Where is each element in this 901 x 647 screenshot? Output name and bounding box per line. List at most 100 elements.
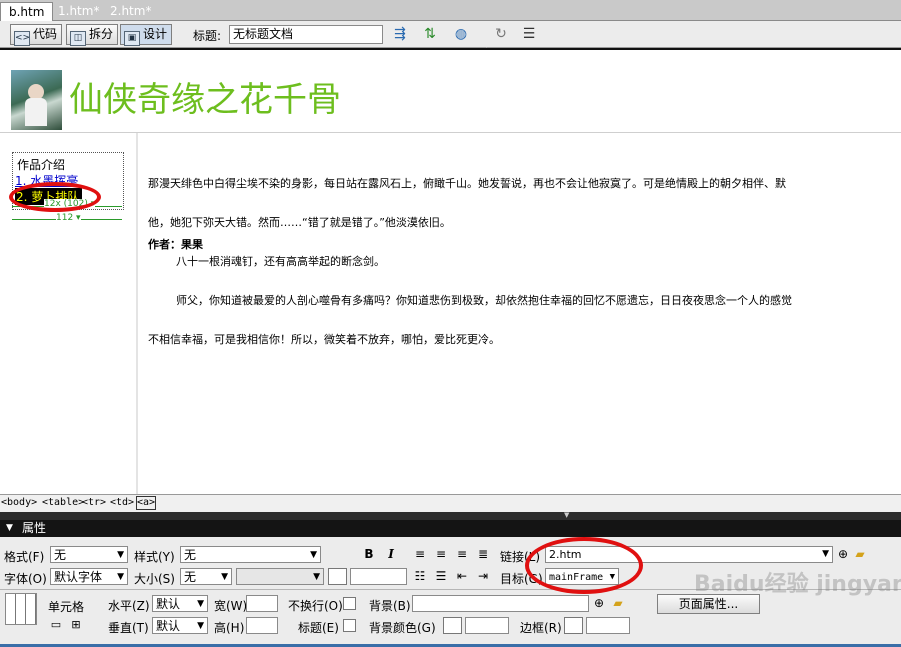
cell-label: 单元格 bbox=[48, 600, 85, 614]
split-cell-icon[interactable]: ⊞ bbox=[68, 617, 84, 633]
code-view-icon: <> bbox=[14, 31, 30, 46]
code-view-label: 代码 bbox=[33, 27, 58, 41]
bgcolor-input[interactable] bbox=[465, 617, 509, 634]
horizontal-select[interactable]: 默认 ▼ bbox=[152, 595, 208, 612]
title-label: 标题: bbox=[193, 29, 222, 43]
size-unit-select[interactable]: ▼ bbox=[236, 568, 324, 585]
dropdown-arrow-icon: ▼ bbox=[197, 599, 204, 609]
bold-icon[interactable]: B bbox=[361, 546, 377, 562]
table-cell-icon bbox=[5, 593, 37, 625]
bg-browse-folder-icon[interactable]: ▰ bbox=[610, 595, 626, 611]
browse-folder-icon[interactable]: ▰ bbox=[852, 546, 868, 562]
split-view-label: 拆分 bbox=[89, 27, 114, 41]
design-view-label: 设计 bbox=[143, 27, 168, 41]
align-left-icon[interactable]: ≡ bbox=[412, 546, 428, 562]
justify-icon[interactable]: ≣ bbox=[475, 546, 491, 562]
bgcolor-swatch[interactable] bbox=[443, 617, 462, 634]
font-select[interactable]: 默认字体 ▼ bbox=[50, 568, 128, 585]
tag-body[interactable]: <body> bbox=[1, 495, 37, 511]
panel-splitter[interactable]: ▼ bbox=[0, 512, 901, 520]
ordered-list-icon[interactable]: ☰ bbox=[433, 568, 449, 584]
vertical-select[interactable]: 默认 ▼ bbox=[152, 617, 208, 634]
italic-icon[interactable]: I bbox=[383, 546, 399, 562]
baidu-watermark: Baidu经验 jingyan.baidu.com bbox=[694, 572, 901, 597]
design-view-canvas: 仙侠奇缘之花千骨 作品介绍 1. 水墨挥毫 2. 萝卜排队 12x (102) … bbox=[0, 48, 901, 496]
bgcolor-label: 背景颜色(G) bbox=[369, 621, 436, 635]
nowrap-label: 不换行(O) bbox=[288, 599, 343, 613]
body-line-2: 他，她犯下弥天大错。然而……“错了就是错了。”他淡漠依旧。 bbox=[148, 216, 451, 229]
properties-title: 属性 bbox=[22, 521, 47, 535]
split-view-button[interactable]: ◫ 拆分 bbox=[66, 24, 119, 46]
dropdown-arrow-icon: ▼ bbox=[117, 572, 124, 582]
style-label: 样式(Y) bbox=[134, 550, 175, 564]
header-cell-checkbox[interactable] bbox=[343, 619, 356, 632]
bg-point-to-file-icon[interactable]: ⊕ bbox=[591, 595, 607, 611]
style-select[interactable]: 无 ▼ bbox=[180, 546, 321, 563]
top-frame: 仙侠奇缘之花千骨 bbox=[0, 50, 901, 133]
tag-tr[interactable]: <tr> bbox=[82, 495, 106, 511]
refresh-icon[interactable]: ↻ bbox=[491, 25, 511, 43]
title-input[interactable]: 无标题文档 bbox=[229, 25, 383, 44]
body-line-3: 八十一根消魂钉，还有高高举起的断念剑。 bbox=[148, 255, 385, 268]
format-select[interactable]: 无 ▼ bbox=[50, 546, 128, 563]
properties-header[interactable]: ▼ 属性 bbox=[0, 520, 901, 537]
vertical-label: 垂直(T) bbox=[108, 621, 149, 635]
document-tab-bar: b.htm 1.htm* 2.htm* bbox=[0, 0, 901, 21]
tag-a-selected[interactable]: <a> bbox=[136, 496, 157, 510]
main-frame-text: 那漫天绯色中白得尘埃不染的身影，每日站在露风石上，俯瞰千山。她发誓说，再也不会让… bbox=[148, 151, 901, 372]
tab-1-htm[interactable]: 1.htm* bbox=[50, 2, 107, 20]
view-options-icon[interactable]: ☰ bbox=[519, 25, 539, 43]
height-label: 高(H) bbox=[214, 621, 245, 635]
nowrap-checkbox[interactable] bbox=[343, 597, 356, 610]
height-input[interactable] bbox=[246, 617, 278, 634]
preview-browser-icon[interactable]: ◍ bbox=[451, 25, 471, 43]
split-view-icon: ◫ bbox=[70, 31, 86, 46]
tab-2-htm[interactable]: 2.htm* bbox=[102, 2, 159, 20]
code-view-button[interactable]: <> 代码 bbox=[10, 24, 63, 46]
indent-icon[interactable]: ⇥ bbox=[475, 568, 491, 584]
unordered-list-icon[interactable]: ☷ bbox=[412, 568, 428, 584]
properties-panel: 格式(F) 无 ▼ 样式(Y) 无 ▼ B I ≡ ≡ ≡ ≣ 链接(L) 2.ht… bbox=[0, 537, 901, 647]
tag-selector: <body> <table> <tr> <td> <a> bbox=[0, 494, 901, 512]
photo-figure bbox=[25, 98, 47, 126]
splitter-arrow-icon: ▼ bbox=[564, 511, 570, 519]
tag-td[interactable]: <td> bbox=[110, 495, 134, 511]
header-photo bbox=[11, 70, 62, 130]
dropdown-arrow-icon: ▼ bbox=[221, 572, 228, 582]
border-color-swatch[interactable] bbox=[564, 617, 583, 634]
dropdown-arrow-icon: ▼ bbox=[117, 550, 124, 560]
border-color-input[interactable] bbox=[586, 617, 630, 634]
horizontal-value: 默认 bbox=[156, 597, 181, 611]
size-select[interactable]: 无 ▼ bbox=[180, 568, 232, 585]
width-label: 宽(W) bbox=[214, 599, 248, 613]
format-label: 格式(F) bbox=[4, 550, 45, 564]
tab-b-htm[interactable]: b.htm bbox=[0, 2, 54, 21]
align-right-icon[interactable]: ≡ bbox=[454, 546, 470, 562]
tag-table[interactable]: <table> bbox=[42, 495, 84, 511]
dropdown-arrow-icon: ▼ bbox=[197, 621, 204, 631]
nav-item-intro: 作品介绍 bbox=[17, 158, 66, 172]
background-input[interactable] bbox=[412, 595, 589, 612]
dropdown-arrow-icon: ▼ bbox=[313, 572, 320, 582]
upload-download-icon[interactable]: ⇅ bbox=[420, 25, 440, 43]
file-management-icon[interactable]: ⇶ bbox=[390, 25, 410, 43]
horizontal-label: 水平(Z) bbox=[108, 599, 150, 613]
align-center-icon[interactable]: ≡ bbox=[433, 546, 449, 562]
text-color-input[interactable] bbox=[350, 568, 407, 585]
point-to-file-icon[interactable]: ⊕ bbox=[835, 546, 851, 562]
outdent-icon[interactable]: ⇤ bbox=[454, 568, 470, 584]
dropdown-arrow-icon: ▼ bbox=[822, 549, 829, 559]
header-cell-label: 标题(E) bbox=[298, 621, 339, 635]
width-input[interactable] bbox=[246, 595, 278, 612]
annotation-circle-link bbox=[525, 537, 643, 594]
font-value: 默认字体 bbox=[54, 570, 103, 584]
body-line-1: 那漫天绯色中白得尘埃不染的身影，每日站在露风石上，俯瞰千山。她发誓说，再也不会让… bbox=[148, 177, 786, 190]
design-view-button[interactable]: ▣ 设计 bbox=[120, 24, 173, 46]
collapse-arrow-icon: ▼ bbox=[6, 523, 13, 533]
author-line: 作者：果果 bbox=[148, 238, 203, 251]
merge-cells-icon[interactable]: ▭ bbox=[48, 617, 64, 633]
text-color-swatch[interactable] bbox=[328, 568, 347, 585]
style-value: 无 bbox=[184, 548, 197, 562]
vertical-value: 默认 bbox=[156, 619, 181, 633]
border-label: 边框(R) bbox=[520, 621, 562, 635]
